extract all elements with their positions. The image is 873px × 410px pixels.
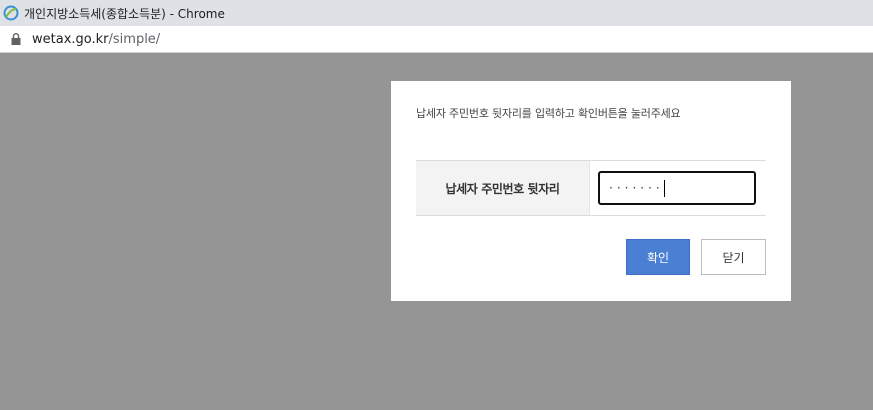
resident-number-input[interactable]: ······· [598, 171, 756, 205]
close-button[interactable]: 닫기 [701, 239, 766, 275]
url-path: /simple/ [108, 31, 161, 47]
url-domain: wetax.go.kr [32, 31, 109, 47]
address-bar[interactable]: wetax.go.kr/simple/ [0, 26, 873, 53]
resident-number-field-cell: ······· [590, 161, 766, 215]
resident-number-dialog: 납세자 주민번호 뒷자리를 입력하고 확인버튼을 눌러주세요 납세자 주민번호 … [391, 81, 791, 301]
site-favicon-icon [3, 5, 19, 21]
lock-icon [11, 33, 21, 45]
masked-value: ······· [609, 181, 664, 195]
text-caret [663, 179, 665, 197]
resident-number-label: 납세자 주민번호 뒷자리 [416, 161, 590, 215]
confirm-button[interactable]: 확인 [626, 239, 690, 275]
resident-number-row: 납세자 주민번호 뒷자리 ······· [416, 160, 766, 216]
url-text[interactable]: wetax.go.kr/simple/ [32, 32, 160, 47]
browser-titlebar: 개인지방소득세(종합소득분) - Chrome [0, 0, 873, 26]
window-title: 개인지방소득세(종합소득분) - Chrome [24, 6, 225, 21]
dialog-instruction: 납세자 주민번호 뒷자리를 입력하고 확인버튼을 눌러주세요 [416, 107, 681, 120]
